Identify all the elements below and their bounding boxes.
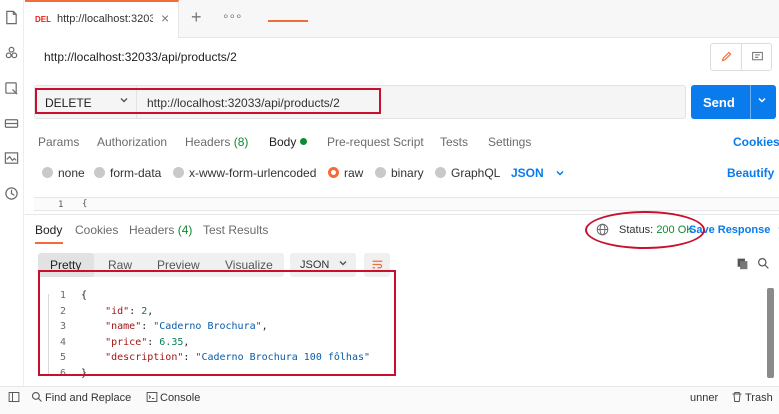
comment-icon[interactable] <box>742 44 772 70</box>
active-tab-underline <box>268 20 308 22</box>
send-divider <box>750 85 751 119</box>
radio-binary[interactable]: binary <box>375 166 424 180</box>
body-format-label: JSON <box>511 166 544 180</box>
edit-group <box>710 43 772 71</box>
pencil-icon[interactable] <box>711 44 742 70</box>
radio-graphql-label: GraphQL <box>451 166 501 180</box>
scrollbar[interactable] <box>767 288 774 378</box>
tab-body-label: Body <box>269 135 297 149</box>
environment-icon[interactable] <box>4 116 19 131</box>
active-resp-tab-underline <box>35 242 63 244</box>
sidebar-toggle-icon[interactable] <box>8 391 20 403</box>
resp-tab-test-results[interactable]: Test Results <box>203 223 268 237</box>
find-replace-button[interactable]: Find and Replace <box>45 392 131 404</box>
radio-dot <box>94 167 105 178</box>
annotation-box-response <box>38 270 396 376</box>
cookies-link[interactable]: Cookies <box>733 135 779 149</box>
radio-form-data[interactable]: form-data <box>94 166 161 180</box>
trash-icon <box>731 391 743 403</box>
tab-headers-count: (8) <box>233 135 249 149</box>
chevron-down-icon <box>556 170 564 176</box>
body-format-select[interactable]: JSON <box>511 166 565 180</box>
radio-raw-label: raw <box>344 166 364 180</box>
annotation-oval-status <box>585 211 705 249</box>
tab-pre-request-script[interactable]: Pre-request Script <box>327 135 424 149</box>
annotation-box-request <box>35 88 381 114</box>
radio-graphql[interactable]: GraphQL <box>435 166 500 180</box>
tab-tests[interactable]: Tests <box>440 135 468 149</box>
send-button[interactable]: Send <box>691 85 776 119</box>
resp-tab-headers[interactable]: Headers (4) <box>129 223 192 237</box>
resp-tab-headers-count: (4) <box>177 223 193 237</box>
beautify-link[interactable]: Beautify <box>727 166 774 180</box>
radio-raw[interactable]: raw <box>328 166 363 180</box>
editor-text: { <box>82 199 88 209</box>
tab-params[interactable]: Params <box>38 135 79 149</box>
search-icon[interactable] <box>757 257 770 270</box>
tab-headers[interactable]: Headers (8) <box>185 135 248 149</box>
search-icon <box>31 391 43 403</box>
resp-tab-headers-label: Headers <box>129 223 175 237</box>
page-icon[interactable] <box>4 10 19 25</box>
request-body-editor[interactable]: 1 { <box>34 197 779 211</box>
mock-icon[interactable] <box>4 81 19 96</box>
tab-bar: DEL http://localhost:32033/api/products/… <box>25 0 779 38</box>
history-icon[interactable] <box>4 186 19 201</box>
new-tab-icon[interactable]: + <box>191 7 202 28</box>
line-number: 1 <box>58 200 64 210</box>
runner-button[interactable]: unner <box>690 392 718 404</box>
monitor-icon[interactable] <box>4 151 19 166</box>
request-name[interactable]: http://localhost:32033/api/products/2 <box>44 50 237 64</box>
close-icon[interactable]: × <box>161 10 169 26</box>
radio-form-data-label: form-data <box>110 166 162 180</box>
request-tab[interactable]: DEL http://localhost:32033/api/products/… <box>25 0 179 38</box>
tab-settings[interactable]: Settings <box>488 135 531 149</box>
tab-authorization[interactable]: Authorization <box>97 135 167 149</box>
resp-tab-cookies[interactable]: Cookies <box>75 223 118 237</box>
copy-icon[interactable] <box>736 257 749 270</box>
body-indicator-dot <box>300 138 308 145</box>
radio-dot <box>435 167 446 178</box>
resp-tab-body[interactable]: Body <box>35 223 62 237</box>
console-button[interactable]: Console <box>160 392 200 404</box>
tab-headers-label: Headers <box>185 135 231 149</box>
tab-body[interactable]: Body <box>269 135 308 149</box>
radio-urlencoded-label: x-www-form-urlencoded <box>189 166 317 180</box>
radio-dot <box>42 167 53 178</box>
status-bar: Find and Replace Console unner Trash <box>0 386 779 414</box>
console-icon <box>146 391 158 403</box>
send-label: Send <box>703 95 735 110</box>
tab-method: DEL <box>35 15 51 24</box>
tab-title: http://localhost:32033/api/products/2 <box>57 13 153 25</box>
radio-dot-selected <box>328 167 339 178</box>
trash-button[interactable]: Trash <box>745 392 773 404</box>
radio-none[interactable]: none <box>42 166 85 180</box>
request-tabs: Params Authorization Headers (8) Body Pr… <box>38 135 779 157</box>
radio-dot <box>173 167 184 178</box>
radio-none-label: none <box>58 166 85 180</box>
left-rail <box>0 0 24 386</box>
radio-binary-label: binary <box>391 166 424 180</box>
radio-urlencoded[interactable]: x-www-form-urlencoded <box>173 166 316 180</box>
send-chevron-down-icon[interactable] <box>757 95 767 108</box>
apis-icon[interactable] <box>4 45 19 60</box>
radio-dot <box>375 167 386 178</box>
more-icon[interactable]: ∘∘∘ <box>222 9 243 23</box>
